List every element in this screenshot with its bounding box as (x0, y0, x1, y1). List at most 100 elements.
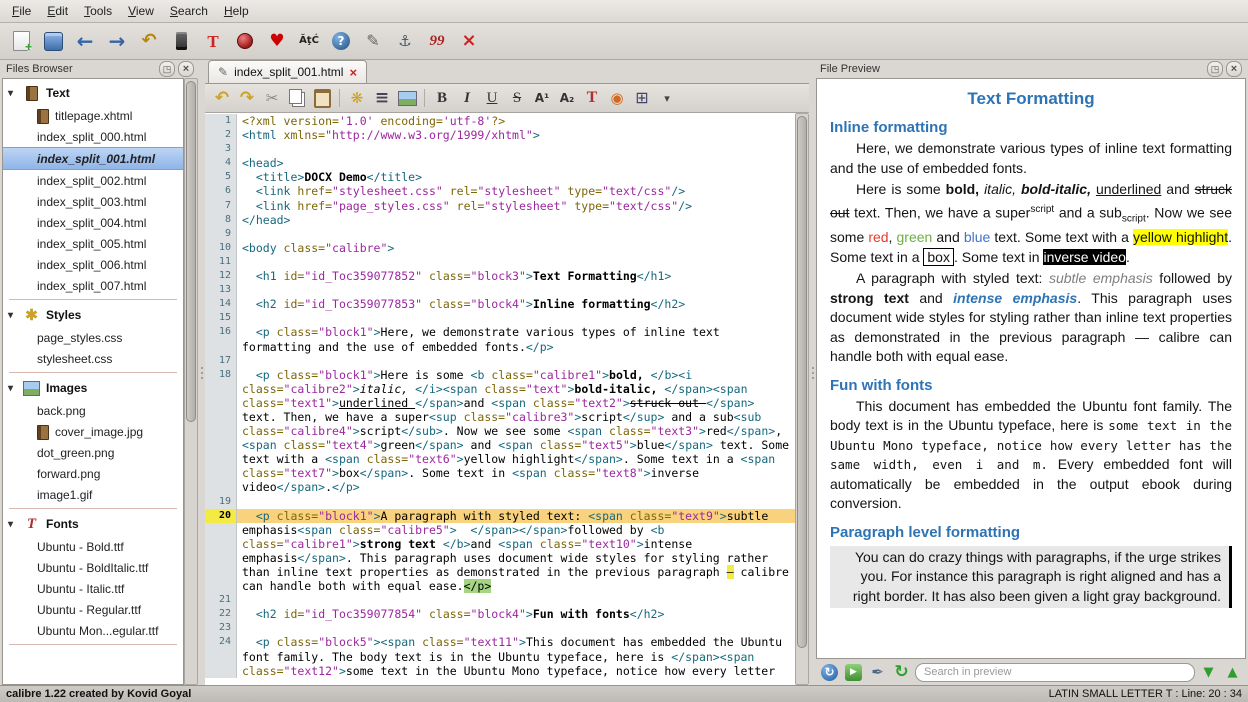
code-line[interactable]: emphasis<span class="calibre5"> </span><… (205, 523, 795, 537)
find-next-icon[interactable]: ▼ (1198, 662, 1219, 683)
file-item[interactable]: index_split_002.html (3, 170, 183, 191)
code-line[interactable]: 2<html xmlns="http://www.w3.org/1999/xht… (205, 128, 795, 142)
view-list-icon[interactable]: ≡ (371, 87, 393, 109)
smarten-punctuation-icon[interactable]: 99 (424, 28, 450, 54)
code-line[interactable]: 5 <title>DOCX Demo</title> (205, 170, 795, 184)
menu-view[interactable]: View (120, 2, 162, 20)
insert-image-icon[interactable] (396, 87, 418, 109)
code-line[interactable]: can handle both with equal ease.</p> (205, 579, 795, 593)
file-item[interactable]: back.png (3, 400, 183, 421)
code-line[interactable]: font family. The body text is in the Ubu… (205, 650, 795, 664)
code-line[interactable]: class="text1">underlined </span>and <spa… (205, 396, 795, 410)
copy-icon[interactable] (286, 87, 308, 109)
book-icon[interactable] (37, 425, 50, 439)
images-section-icon[interactable] (23, 380, 40, 397)
splitter-left[interactable] (198, 60, 205, 685)
file-item[interactable]: index_split_004.html (3, 212, 183, 233)
file-item[interactable]: Ubuntu - Regular.ttf (3, 599, 183, 620)
code-line[interactable]: text with a <span class="text6">yellow h… (205, 452, 795, 466)
code-line[interactable]: 1<?xml version='1.0' encoding='utf-8'?> (205, 114, 795, 128)
file-item[interactable]: Ubuntu - Bold.ttf (3, 536, 183, 557)
auto-reload-icon[interactable]: ▶ (843, 662, 864, 683)
code-line[interactable]: 4<head> (205, 156, 795, 170)
find-previous-icon[interactable]: ▲ (1222, 662, 1243, 683)
tab-close-icon[interactable]: × (349, 65, 357, 80)
code-line[interactable]: 20 <p class="block1">A paragraph with st… (205, 509, 795, 523)
code-line[interactable]: 18 <p class="block1">Here is some <b cla… (205, 368, 795, 382)
donate-icon[interactable]: ♥ (264, 28, 290, 54)
file-item[interactable]: page_styles.css (3, 327, 183, 348)
section-fonts[interactable]: ▾TFonts (3, 512, 183, 536)
code-line[interactable]: text. Then, we have a super<sup class="c… (205, 410, 795, 424)
code-line[interactable]: 10<body class="calibre"> (205, 241, 795, 255)
file-item[interactable]: Ubuntu Mon...egular.ttf (3, 620, 183, 641)
code-line[interactable]: 12 <h1 id="id_Toc359077852" class="block… (205, 269, 795, 283)
refresh-icon[interactable]: ↻ (891, 662, 912, 683)
anchor-icon[interactable]: ⚓ (392, 28, 418, 54)
color-wheel-icon[interactable]: ◉ (606, 87, 628, 109)
menu-file[interactable]: File (4, 2, 39, 20)
save-icon[interactable] (40, 28, 66, 54)
code-line[interactable]: 22 <h2 id="id_Toc359077854" class="block… (205, 607, 795, 621)
code-line[interactable]: 21 (205, 593, 795, 607)
code-line[interactable]: 3 (205, 142, 795, 156)
code-line[interactable]: formatting and the use of embedded fonts… (205, 340, 795, 354)
back-icon[interactable]: ← (72, 28, 98, 54)
forward-icon[interactable]: → (104, 28, 130, 54)
subscript-icon[interactable]: A₂ (556, 87, 578, 109)
undo-icon[interactable]: ↶ (211, 87, 233, 109)
menu-edit[interactable]: Edit (39, 2, 76, 20)
code-line[interactable]: class="calibre4">script</sub>. Now we se… (205, 424, 795, 438)
file-item[interactable]: index_split_005.html (3, 233, 183, 254)
bold-icon[interactable]: B (431, 87, 453, 109)
check-book-icon[interactable] (232, 28, 258, 54)
code-line[interactable]: 9 (205, 227, 795, 241)
code-line[interactable]: class="text7">box</span>. Some text in <… (205, 466, 795, 480)
chevron-down-icon[interactable]: ▾ (8, 519, 17, 530)
book-icon[interactable] (37, 109, 50, 123)
scrollbar-thumb[interactable] (797, 116, 807, 648)
code-line[interactable]: video</span>.</p> (205, 480, 795, 494)
insert-table-icon[interactable]: ⊞ (631, 87, 653, 109)
file-item[interactable]: Ubuntu - BoldItalic.ttf (3, 557, 183, 578)
italic-icon[interactable]: I (456, 87, 478, 109)
close-panel-icon[interactable]: × (1226, 61, 1242, 77)
redo-icon[interactable]: ↷ (236, 87, 258, 109)
code-line[interactable]: class="text12">some text in the Ubuntu M… (205, 664, 795, 678)
file-item[interactable]: image1.gif (3, 484, 183, 505)
styles-section-icon[interactable]: ✱ (23, 307, 40, 324)
code-line[interactable]: 6 <link href="stylesheet.css" rel="style… (205, 184, 795, 198)
fonts-section-icon[interactable]: T (23, 516, 40, 533)
code-line[interactable]: 8</head> (205, 213, 795, 227)
reload-preview-icon[interactable]: ↻ (819, 662, 840, 683)
new-file-icon[interactable]: + (8, 28, 34, 54)
code-line[interactable]: <span class="text4">green</span> and <sp… (205, 438, 795, 452)
font-size-icon[interactable]: T (200, 28, 226, 54)
file-item[interactable]: index_split_007.html (3, 275, 183, 296)
help-icon[interactable]: ? (328, 28, 354, 54)
undock-icon[interactable]: ◳ (1207, 61, 1223, 77)
special-characters-icon[interactable]: ĂţĆ (296, 28, 322, 54)
text-section-icon[interactable] (23, 85, 40, 102)
underline-icon[interactable]: U (481, 87, 503, 109)
section-styles[interactable]: ▾✱Styles (3, 303, 183, 327)
chevron-down-icon[interactable]: ▾ (8, 310, 17, 321)
open-with-icon[interactable]: ✒ (867, 662, 888, 683)
paste-icon[interactable] (311, 87, 333, 109)
code-editor[interactable]: 1<?xml version='1.0' encoding='utf-8'?>2… (205, 113, 795, 685)
code-line[interactable]: 13 (205, 283, 795, 297)
strikethrough-icon[interactable]: S (506, 87, 528, 109)
file-item[interactable]: index_split_000.html (3, 126, 183, 147)
menu-search[interactable]: Search (162, 2, 216, 20)
menu-tools[interactable]: Tools (76, 2, 120, 20)
menu-help[interactable]: Help (216, 2, 257, 20)
section-text[interactable]: ▾Text (3, 81, 183, 105)
code-line[interactable]: 15 (205, 311, 795, 325)
close-panel-icon[interactable]: × (178, 61, 194, 77)
editor-scrollbar[interactable] (795, 113, 809, 685)
code-line[interactable]: 23 (205, 621, 795, 635)
code-line[interactable]: emphasis</span>. This paragraph uses doc… (205, 551, 795, 565)
code-line[interactable]: 17 (205, 354, 795, 368)
file-item[interactable]: stylesheet.css (3, 348, 183, 369)
files-scrollbar[interactable] (184, 78, 198, 685)
